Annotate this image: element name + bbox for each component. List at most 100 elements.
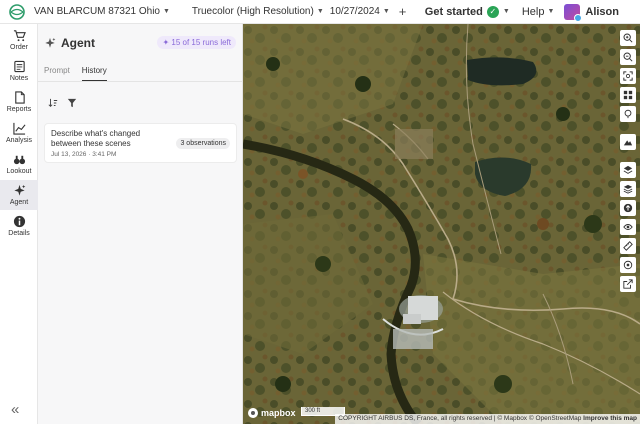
ruler-icon <box>623 241 633 251</box>
location-label: VAN BLARCUM 87321 Ohio <box>34 6 160 17</box>
history-tools <box>48 98 77 108</box>
history-item-time: Jul 13, 2026 · 3:41 PM <box>51 151 117 158</box>
tab-divider <box>38 81 243 82</box>
stack-icon <box>623 184 633 194</box>
panel-title: Agent <box>61 36 95 50</box>
tree-icon <box>624 109 632 119</box>
settings-button[interactable] <box>620 257 636 273</box>
runs-left-badge: ✦ 15 of 15 runs left <box>157 36 236 49</box>
fit-bounds-icon <box>623 71 633 81</box>
chevron-down-icon: ▼ <box>502 8 510 15</box>
observations-badge: 3 observations <box>176 138 230 149</box>
info-icon <box>13 215 25 228</box>
chevron-down-icon: ▼ <box>316 8 324 15</box>
nav-item-label: Lookout <box>6 168 32 175</box>
chevron-down-icon: ▼ <box>547 8 555 15</box>
attribution-text: COPYRIGHT AIRBUS DS, France, all rights … <box>338 415 582 422</box>
nav-item-label: Agent <box>9 199 29 206</box>
layers-icon <box>623 165 633 174</box>
fit-bounds-button[interactable] <box>620 68 636 84</box>
stack-button[interactable] <box>620 181 636 197</box>
grid-icon <box>623 90 633 100</box>
nav-item-lookout[interactable]: Lookout <box>0 149 38 179</box>
help-label: Help <box>521 5 545 18</box>
tab-history[interactable]: History <box>81 66 107 81</box>
nav-item-agent[interactable]: Agent <box>0 180 38 210</box>
target-icon <box>623 260 633 270</box>
line-chart-icon <box>12 122 26 135</box>
help-button[interactable]: Help ▼ <box>522 6 555 18</box>
panel-header: Agent <box>44 36 95 50</box>
nav-item-label: Reports <box>6 106 32 113</box>
improve-map-link[interactable]: Improve this map <box>583 415 637 422</box>
get-started-label: Get started <box>424 5 483 18</box>
panel-tabs: Prompt History <box>44 66 107 81</box>
agent-panel: Agent ✦ 15 of 15 runs left Prompt Histor… <box>38 24 243 424</box>
globe-logo-icon <box>9 3 25 20</box>
sparkle-icon: ✦ <box>162 38 170 47</box>
satellite-map[interactable]: mapbox 300 ft COPYRIGHT AIRBUS DS, Franc… <box>243 24 640 424</box>
sort-icon[interactable] <box>48 98 58 108</box>
layers-button[interactable] <box>620 162 636 178</box>
open-external-button[interactable] <box>620 276 636 292</box>
filter-icon[interactable] <box>67 98 77 108</box>
zoom-out-icon <box>623 52 633 62</box>
notes-icon <box>13 60 25 73</box>
avatar[interactable] <box>564 3 583 22</box>
app-window: VAN BLARCUM 87321 Ohio ▼ Truecolor (High… <box>0 0 640 424</box>
mapbox-label: mapbox <box>261 408 296 418</box>
add-scene-button[interactable]: + <box>399 4 407 19</box>
layer-dropdown[interactable]: Truecolor (High Resolution) ▼ <box>192 6 324 17</box>
runs-left-label: 15 of 15 runs left <box>171 38 231 47</box>
location-dropdown[interactable]: VAN BLARCUM 87321 Ohio ▼ <box>34 6 170 17</box>
date-label: 10/27/2024 <box>329 6 380 17</box>
binoculars-icon <box>13 155 25 165</box>
nav-item-reports[interactable]: Reports <box>0 87 38 117</box>
top-right-controls: Get started ✓ ▼ Help ▼ Alison <box>425 0 640 24</box>
document-icon <box>14 91 25 104</box>
tree-canopy-button[interactable] <box>620 106 636 122</box>
sparkle-icon <box>45 37 56 48</box>
mapbox-logo[interactable]: mapbox <box>248 408 296 418</box>
eye-icon <box>623 224 633 230</box>
cart-icon <box>13 30 26 42</box>
nav-item-analysis[interactable]: Analysis <box>0 118 38 148</box>
history-item-title: Describe what's changed between these sc… <box>51 129 141 148</box>
user-name[interactable]: Alison <box>585 6 619 18</box>
nav-item-label: Details <box>8 230 30 237</box>
mountain-icon <box>623 140 633 146</box>
arrow-up-circle-icon <box>623 203 633 213</box>
sparkle-icon <box>13 184 25 196</box>
layer-label: Truecolor (High Resolution) <box>191 6 314 17</box>
nav-item-notes[interactable]: Notes <box>0 56 38 86</box>
nav-item-order[interactable]: Order <box>0 25 38 55</box>
visibility-button[interactable] <box>620 219 636 235</box>
nav-item-label: Order <box>10 44 28 51</box>
terrain-button[interactable] <box>620 134 636 150</box>
check-icon: ✓ <box>486 5 499 18</box>
chevron-down-icon: ▼ <box>382 8 390 15</box>
mapbox-icon <box>248 408 258 418</box>
map-toolbar <box>620 30 636 292</box>
date-dropdown[interactable]: 10/27/2024 ▼ <box>330 6 390 17</box>
measure-button[interactable] <box>620 238 636 254</box>
map-attribution: COPYRIGHT AIRBUS DS, France, all rights … <box>335 414 640 424</box>
collapse-sidebar-button[interactable]: « <box>11 401 19 418</box>
satellite-imagery <box>243 24 640 424</box>
get-started-button[interactable]: Get started ✓ ▼ <box>424 5 510 18</box>
zoom-out-button[interactable] <box>620 49 636 65</box>
nav-item-details[interactable]: Details <box>0 211 38 241</box>
grid-view-button[interactable] <box>620 87 636 103</box>
chevron-down-icon: ▼ <box>162 8 170 15</box>
zoom-in-button[interactable] <box>620 30 636 46</box>
external-link-icon <box>623 279 633 289</box>
history-item[interactable]: Describe what's changed between these sc… <box>44 123 237 163</box>
left-nav: Order Notes Reports Analysis Lookout Age… <box>0 24 38 424</box>
upload-button[interactable] <box>620 200 636 216</box>
zoom-in-icon <box>623 33 633 43</box>
nav-item-label: Analysis <box>5 137 33 144</box>
top-bar: VAN BLARCUM 87321 Ohio ▼ Truecolor (High… <box>0 0 640 24</box>
tab-prompt[interactable]: Prompt <box>44 66 70 81</box>
nav-item-label: Notes <box>9 75 29 82</box>
app-logo[interactable] <box>0 0 34 24</box>
